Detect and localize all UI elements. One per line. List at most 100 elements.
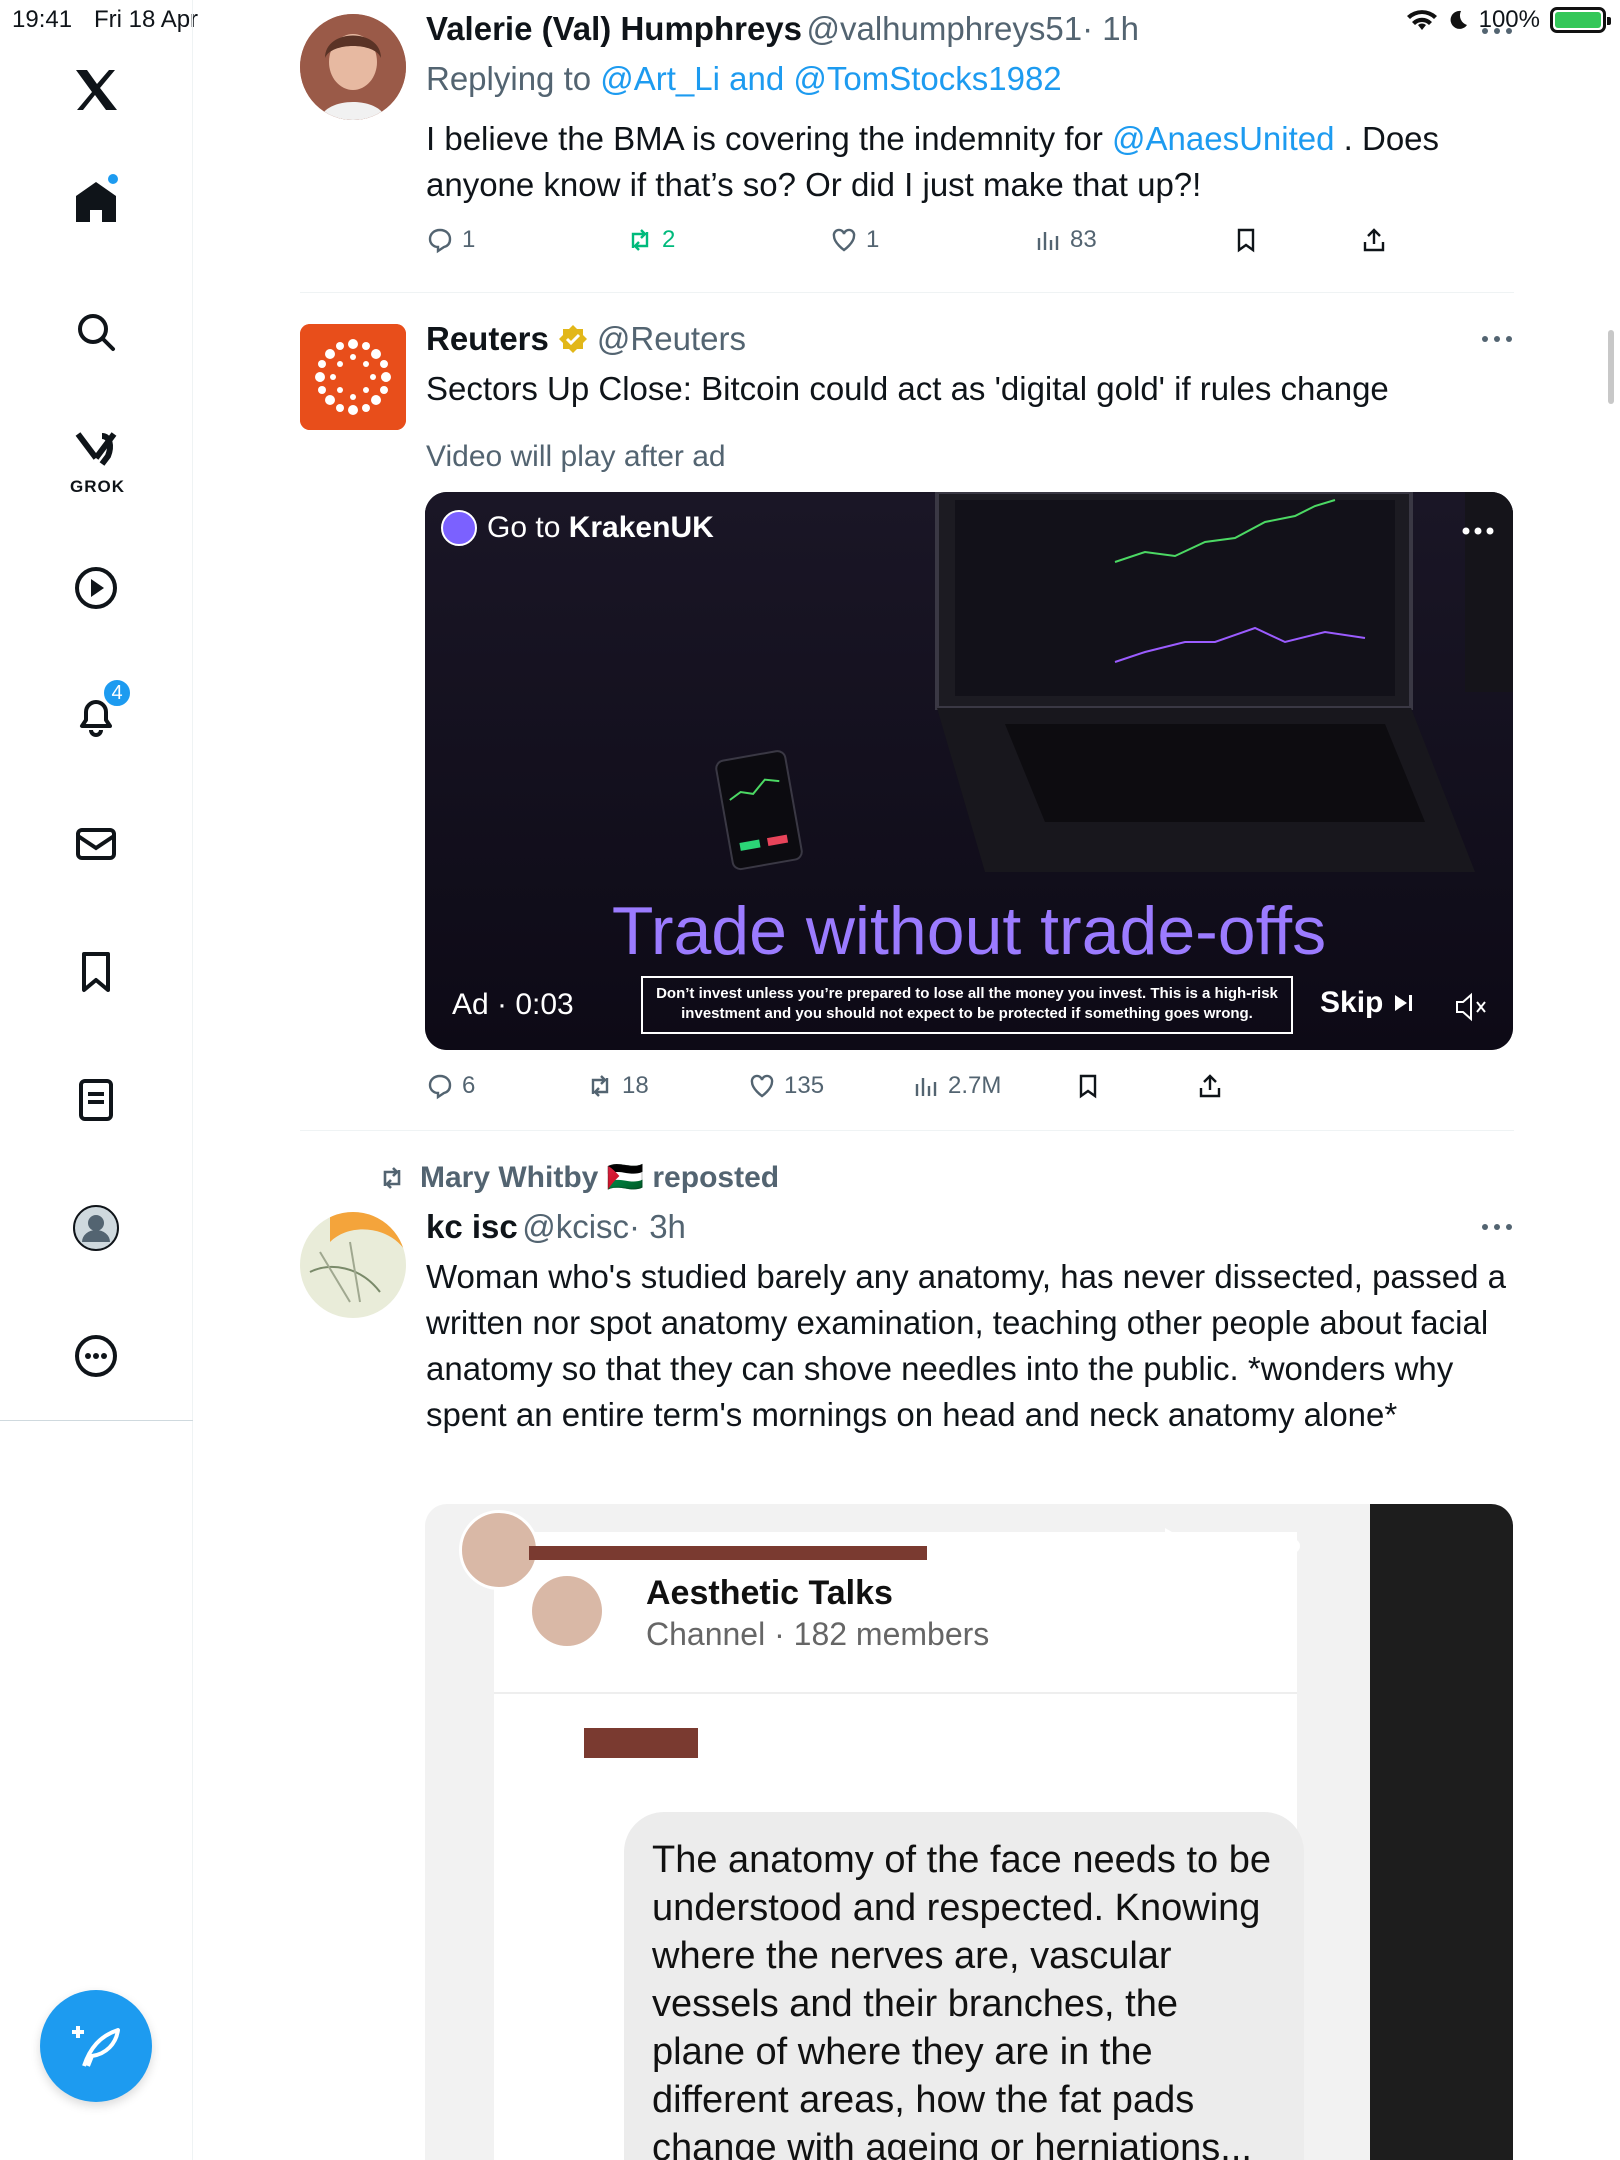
home-icon[interactable]: [66, 172, 126, 232]
replying-to-users[interactable]: @Art_Li and @TomStocks1982: [600, 60, 1061, 97]
replying-to: Replying to @Art_Li and @TomStocks1982: [426, 60, 1062, 98]
ad-more-options-icon[interactable]: [1461, 526, 1495, 536]
reposter-name: Mary Whitby 🇵🇸: [420, 1161, 645, 1194]
ad-disclaimer: Don’t invest unless you’re prepared to l…: [641, 976, 1293, 1034]
do-not-disturb-icon: [1450, 10, 1467, 29]
video-icon[interactable]: [66, 558, 126, 618]
ad-advertiser[interactable]: Go to KrakenUK: [441, 510, 714, 546]
author-handle[interactable]: @Reuters: [597, 320, 746, 358]
channel-meta: Channel · 182 members: [646, 1616, 990, 1652]
reply-button[interactable]: 6: [426, 1072, 475, 1100]
avatar-photo: [300, 1212, 406, 1318]
avatar-photo: [300, 14, 406, 120]
compose-post-button[interactable]: [40, 1990, 152, 2102]
bookmark-button[interactable]: [1232, 226, 1260, 254]
author-name[interactable]: kc isc: [426, 1208, 518, 1245]
author-handle[interactable]: @kcisc: [522, 1208, 629, 1245]
more-options-icon[interactable]: [1480, 1222, 1514, 1232]
repost-context[interactable]: Mary Whitby 🇵🇸 reposted: [376, 1160, 779, 1195]
share-icon: [1199, 1074, 1221, 1098]
tweet-time[interactable]: · 1h: [1082, 10, 1139, 47]
more-options-icon[interactable]: [1480, 334, 1514, 344]
reply-button[interactable]: 1: [426, 226, 475, 254]
tweet-time[interactable]: · 3h: [629, 1208, 686, 1245]
like-button[interactable]: 135: [748, 1072, 824, 1100]
reply-icon: [428, 1074, 452, 1100]
reposted-label: reposted: [644, 1161, 780, 1194]
tweet-text: Woman who's studied barely any anatomy, …: [426, 1258, 1507, 1433]
repost-button[interactable]: 18: [586, 1072, 649, 1100]
sidebar: GROK 4: [0, 0, 193, 2160]
view-count: 2.7M: [948, 1072, 1002, 1099]
reply-count: 1: [462, 226, 476, 253]
battery-icon: [1550, 7, 1611, 33]
verified-badge-icon: [558, 325, 587, 353]
bookmark-icon: [1237, 228, 1255, 253]
repost-button[interactable]: 2: [626, 226, 675, 254]
compose-feather-icon: [72, 2026, 120, 2067]
views-button[interactable]: 83: [1034, 226, 1097, 254]
skip-label: Skip: [1320, 986, 1384, 1019]
notifications-icon[interactable]: 4: [66, 678, 132, 746]
replying-prefix: Replying to: [426, 60, 601, 97]
views-button[interactable]: 2.7M: [912, 1072, 1001, 1100]
ad-timer: Ad · 0:03: [452, 988, 574, 1021]
tweet-actions: 1 2 1 83: [426, 226, 1514, 256]
profile-icon[interactable]: [66, 1198, 126, 1258]
tweet-text-part: I believe the BMA is covering the indemn…: [426, 120, 1113, 157]
tweet-header: Reuters @Reuters: [426, 320, 746, 358]
tweet-divider: [300, 1130, 1514, 1131]
share-button[interactable]: [1360, 226, 1388, 254]
author-name[interactable]: Valerie (Val) Humphreys: [426, 10, 802, 47]
tweet-media-video[interactable]: Aesthetic Talks Channel · 182 members Th…: [425, 1504, 1513, 2160]
messages-icon[interactable]: [66, 814, 126, 874]
repost-icon: [383, 1166, 401, 1189]
media-more-icon[interactable]: [1245, 1538, 1301, 1554]
avatar[interactable]: [300, 1212, 406, 1318]
author-handle[interactable]: @valhumphreys51: [806, 10, 1082, 47]
play-icon[interactable]: [1157, 1524, 1197, 1564]
search-icon[interactable]: [66, 302, 126, 362]
avatar[interactable]: [300, 14, 406, 120]
media-dark-edge: [1370, 1504, 1513, 2160]
grok-icon[interactable]: [66, 420, 126, 480]
share-button[interactable]: [1196, 1072, 1224, 1100]
views-icon: [915, 1078, 937, 1096]
video-player[interactable]: Go to KrakenUK Trade without trade-offs …: [425, 492, 1513, 1050]
like-button[interactable]: 1: [830, 226, 879, 254]
bookmark-button[interactable]: [1074, 1072, 1102, 1100]
message-bubble: The anatomy of the face needs to be unde…: [624, 1812, 1304, 2160]
kraken-logo-icon: [441, 510, 477, 546]
notification-count-badge: 4: [102, 678, 132, 708]
mention-link[interactable]: @AnaesUnited: [1112, 120, 1334, 157]
more-options-icon[interactable]: [1480, 26, 1514, 36]
sidebar-divider: [0, 1420, 193, 1421]
screenshot-card: Aesthetic Talks Channel · 182 members Th…: [494, 1532, 1304, 2160]
tweet-text: Sectors Up Close: Bitcoin could act as '…: [426, 370, 1389, 407]
mute-icon[interactable]: [1455, 992, 1489, 1022]
more-icon[interactable]: [66, 1326, 126, 1386]
share-icon: [1363, 228, 1385, 252]
tweet-header: Valerie (Val) Humphreys @valhumphreys51·…: [426, 10, 1139, 48]
avatar[interactable]: [300, 324, 406, 430]
author-name[interactable]: Reuters: [426, 320, 549, 358]
redaction-bar: [529, 1546, 927, 1560]
scrollbar[interactable]: [1608, 330, 1614, 404]
tweet-actions: 6 18 135 2.7M: [426, 1072, 1514, 1102]
ad-headline: Trade without trade-offs: [611, 893, 1327, 969]
skip-ad-button[interactable]: Skip: [1320, 986, 1415, 1020]
bookmark-icon: [1079, 1074, 1097, 1099]
channel-avatar: [532, 1576, 602, 1646]
views-icon: [1037, 232, 1059, 250]
channel-name: Aesthetic Talks: [646, 1574, 893, 1612]
x-logo-icon[interactable]: [66, 60, 126, 120]
lists-icon[interactable]: [66, 1070, 126, 1130]
tweet-text: I believe the BMA is covering the indemn…: [426, 116, 1506, 208]
tweet-divider: [300, 292, 1514, 293]
repost-count: 18: [622, 1072, 649, 1099]
redaction-bar: [584, 1728, 698, 1758]
ad-advertiser-name: KrakenUK: [568, 511, 714, 544]
home-unread-dot: [106, 172, 120, 186]
ad-go-to-label: Go to: [487, 511, 569, 544]
bookmarks-icon[interactable]: [66, 942, 126, 1002]
